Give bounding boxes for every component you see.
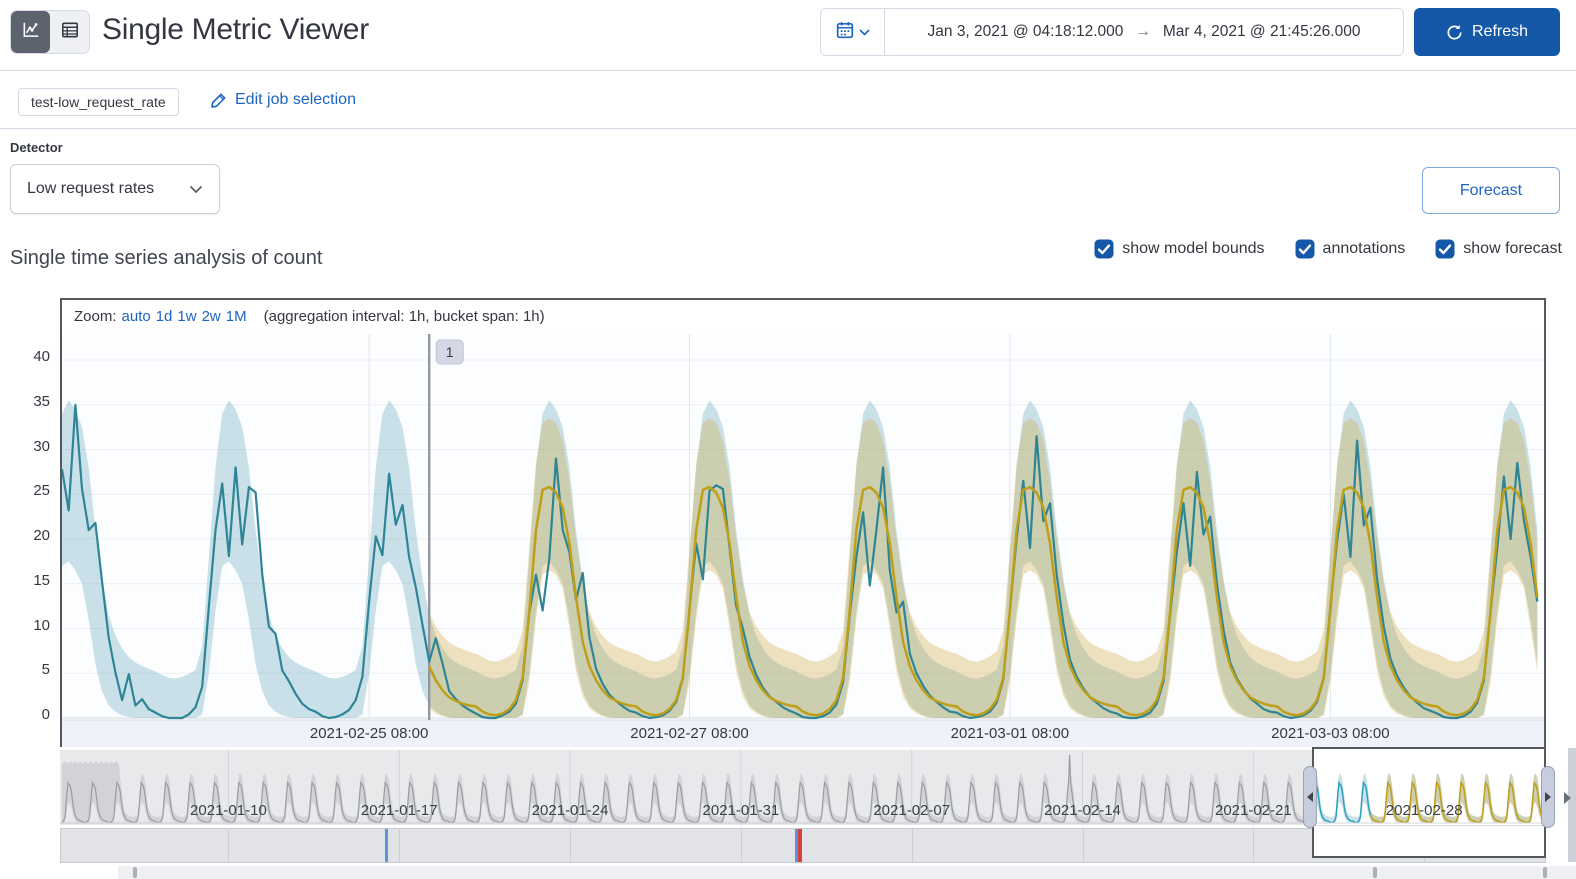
line-chart-icon (21, 20, 41, 45)
table-icon (60, 20, 80, 45)
refresh-icon (1446, 24, 1463, 41)
edit-job-selection-link[interactable]: Edit job selection (210, 91, 356, 109)
detector-select[interactable]: Low request rates (10, 164, 220, 214)
edit-job-selection-label: Edit job selection (235, 91, 356, 108)
brush-inner-divider (1314, 825, 1544, 826)
zoom-aggregation-info: (aggregation interval: 1h, bucket span: … (263, 308, 545, 325)
brush-handle-left[interactable] (1303, 766, 1317, 828)
right-scroll-strip[interactable] (1568, 748, 1576, 862)
start-date-button[interactable]: Jan 3, 2021 @ 04:18:12.000 (928, 23, 1124, 41)
y-axis-tick-5: 5 (41, 661, 50, 679)
forecast-button[interactable]: Forecast (1422, 167, 1560, 214)
annotation-marker-blue[interactable] (385, 829, 389, 862)
job-row-divider (0, 128, 1576, 129)
main-chart-svg[interactable]: 1 2021-02-25 08:00 2021-02-27 08:00 2021-03… (62, 334, 1544, 747)
brush-handle-right[interactable] (1541, 766, 1555, 828)
triangle-left-icon (1307, 792, 1313, 802)
y-axis-tick-20: 20 (33, 527, 50, 544)
view-toggle-group (10, 10, 90, 54)
zoom-link-2w[interactable]: 2w (202, 308, 221, 325)
y-axis-tick-40: 40 (33, 348, 50, 365)
detector-label: Detector (10, 140, 63, 155)
zoom-link-auto[interactable]: auto (122, 308, 151, 325)
swimlane-cell-divider (1253, 829, 1255, 862)
svg-text:2021-02-27 08:00: 2021-02-27 08:00 (630, 725, 748, 742)
zoom-link-1w[interactable]: 1w (177, 308, 196, 325)
strip-handle[interactable] (1543, 867, 1547, 878)
single-metric-viewer-toggle[interactable] (11, 11, 50, 53)
chart-options-row: show model bounds annotations show forecas… (1094, 239, 1562, 259)
checkbox-annotations[interactable]: annotations (1295, 239, 1406, 259)
chevron-down-icon (858, 23, 870, 41)
checkbox-show-forecast[interactable]: show forecast (1435, 239, 1562, 259)
y-axis-tick-15: 15 (33, 571, 50, 589)
time-selection-brush[interactable] (1312, 747, 1546, 858)
page-title: Single Metric Viewer (102, 13, 369, 46)
refresh-button[interactable]: Refresh (1414, 8, 1560, 56)
checkbox-label: show model bounds (1122, 240, 1265, 257)
pencil-icon (210, 92, 227, 109)
checkbox-show-model-bounds[interactable]: show model bounds (1094, 239, 1265, 259)
date-picker-quick-menu-button[interactable] (821, 9, 885, 55)
y-axis-tick-0: 0 (41, 706, 50, 723)
y-axis-tick-35: 35 (33, 392, 50, 410)
checkbox-checked-icon (1295, 239, 1315, 259)
strip-handle[interactable] (1373, 867, 1377, 878)
y-axis-tick-30: 30 (33, 437, 50, 455)
brush-mini-chart (1314, 773, 1544, 824)
checkbox-label: show forecast (1463, 240, 1562, 257)
zoom-bar: Zoom: auto 1d 1w 2w 1M (aggregation interval: … (62, 300, 1544, 333)
annotation-marker-red[interactable] (798, 829, 803, 862)
date-range-arrow-icon: → (1135, 23, 1151, 40)
swimlane-cell-divider (399, 829, 401, 862)
refresh-button-label: Refresh (1471, 23, 1529, 40)
time-range-picker: Jan 3, 2021 @ 04:18:12.000 → Mar 4, 2021… (820, 8, 1404, 56)
detector-selected-value: Low request rates (27, 180, 155, 197)
main-time-series-chart[interactable]: Zoom: auto 1d 1w 2w 1M (aggregation interval: … (60, 298, 1546, 747)
bottom-strip (118, 866, 1576, 879)
zoom-link-1d[interactable]: 1d (156, 308, 173, 325)
calendar-icon (836, 21, 854, 44)
chevron-down-icon (189, 185, 203, 194)
single-metric-viewer-page: Single Metric Viewer Jan 3, 2021 @ 04:18… (0, 0, 1576, 879)
header-divider (0, 70, 1576, 71)
triangle-right-icon (1545, 792, 1551, 802)
svg-text:2021-03-01 08:00: 2021-03-01 08:00 (951, 725, 1069, 742)
strip-handle[interactable] (133, 867, 137, 878)
y-axis-tick-10: 10 (33, 616, 50, 634)
zoom-link-1M[interactable]: 1M (226, 308, 247, 325)
end-date-button[interactable]: Mar 4, 2021 @ 21:45:26.000 (1163, 23, 1361, 41)
scroll-right-arrow-icon (1564, 792, 1571, 804)
annotation-marker-blue[interactable] (794, 829, 798, 862)
job-id-badge: test-low_request_rate (18, 88, 179, 116)
zoom-prefix: Zoom: (74, 308, 117, 325)
svg-text:2021-03-03 08:00: 2021-03-03 08:00 (1271, 725, 1389, 742)
checkbox-label: annotations (1322, 240, 1406, 257)
swimlane-cell-divider (228, 829, 230, 862)
svg-text:1: 1 (446, 344, 454, 360)
checkbox-checked-icon (1435, 239, 1455, 259)
svg-text:2021-02-25 08:00: 2021-02-25 08:00 (310, 725, 428, 742)
swimlane-cell-divider (570, 829, 572, 862)
swimlane-cell-divider (1082, 829, 1084, 862)
analysis-heading: Single time series analysis of count (10, 247, 323, 269)
anomaly-explorer-toggle[interactable] (50, 11, 89, 53)
swimlane-cell-divider (740, 829, 742, 862)
checkbox-checked-icon (1094, 239, 1114, 259)
swimlane-cell-divider (911, 829, 913, 862)
y-axis-tick-25: 25 (33, 482, 50, 500)
